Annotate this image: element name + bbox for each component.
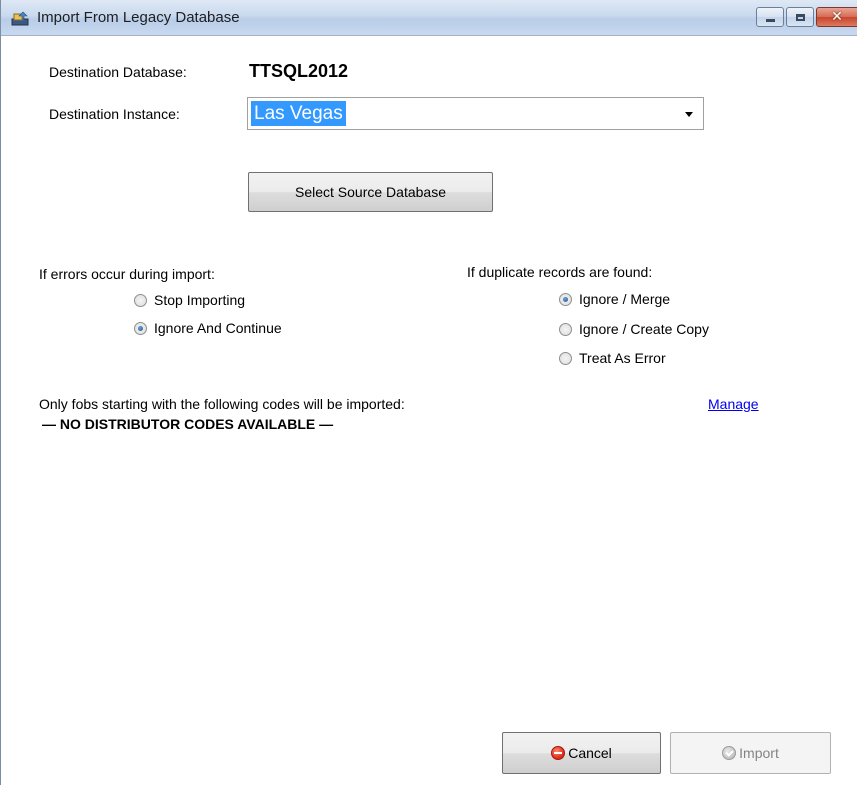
destination-instance-selected-value: Las Vegas [251,101,346,126]
dropdown-arrow-icon[interactable] [685,112,693,117]
title-bar[interactable]: Import From Legacy Database ✕ [1,0,857,36]
no-distributor-codes-message: — NO DISTRIBUTOR CODES AVAILABLE — [42,416,334,432]
minimize-button[interactable] [756,7,784,27]
duplicates-group-heading: If duplicate records are found: [467,264,653,280]
destination-instance-combobox[interactable]: Las Vegas [247,97,704,130]
select-source-database-button[interactable]: Select Source Database [248,172,493,212]
database-import-icon [11,11,29,26]
maximize-button[interactable] [786,7,814,27]
radio-ignore-and-continue[interactable]: Ignore And Continue [134,320,282,336]
maximize-icon [795,13,805,21]
destination-database-label: Destination Database: [49,64,187,80]
cancel-button-label: Cancel [568,745,612,761]
radio-indicator-checked [134,321,147,335]
fobs-codes-description: Only fobs starting with the following co… [39,396,405,412]
radio-label: Ignore / Merge [579,291,671,307]
radio-label: Treat As Error [579,350,666,366]
select-source-database-label: Select Source Database [295,184,446,200]
radio-label: Ignore / Create Copy [579,321,709,337]
import-dialog-window: Import From Legacy Database ✕ Destinatio… [0,0,857,785]
radio-ignore-create-copy[interactable]: Ignore / Create Copy [559,321,709,337]
radio-indicator [559,351,572,365]
destination-database-value: TTSQL2012 [249,61,349,81]
radio-stop-importing[interactable]: Stop Importing [134,292,245,308]
cancel-button[interactable]: Cancel [502,732,661,774]
window-title: Import From Legacy Database [37,9,240,26]
radio-indicator-checked [559,292,572,306]
minimize-icon [765,18,775,22]
radio-label: Stop Importing [154,292,246,308]
import-button[interactable]: Import [670,732,831,774]
destination-instance-label: Destination Instance: [49,106,180,122]
errors-group-heading: If errors occur during import: [39,266,215,282]
radio-indicator [134,293,147,307]
radio-treat-as-error[interactable]: Treat As Error [559,350,666,366]
close-button[interactable]: ✕ [816,7,857,27]
radio-indicator [559,322,572,336]
checkmark-icon [722,746,737,760]
manage-link[interactable]: Manage [708,396,759,412]
close-icon: ✕ [831,9,843,25]
cancel-icon [551,746,566,760]
radio-ignore-merge[interactable]: Ignore / Merge [559,291,670,307]
import-button-label: Import [739,745,779,761]
radio-label: Ignore And Continue [154,320,282,336]
caption-buttons: ✕ [756,7,857,29]
